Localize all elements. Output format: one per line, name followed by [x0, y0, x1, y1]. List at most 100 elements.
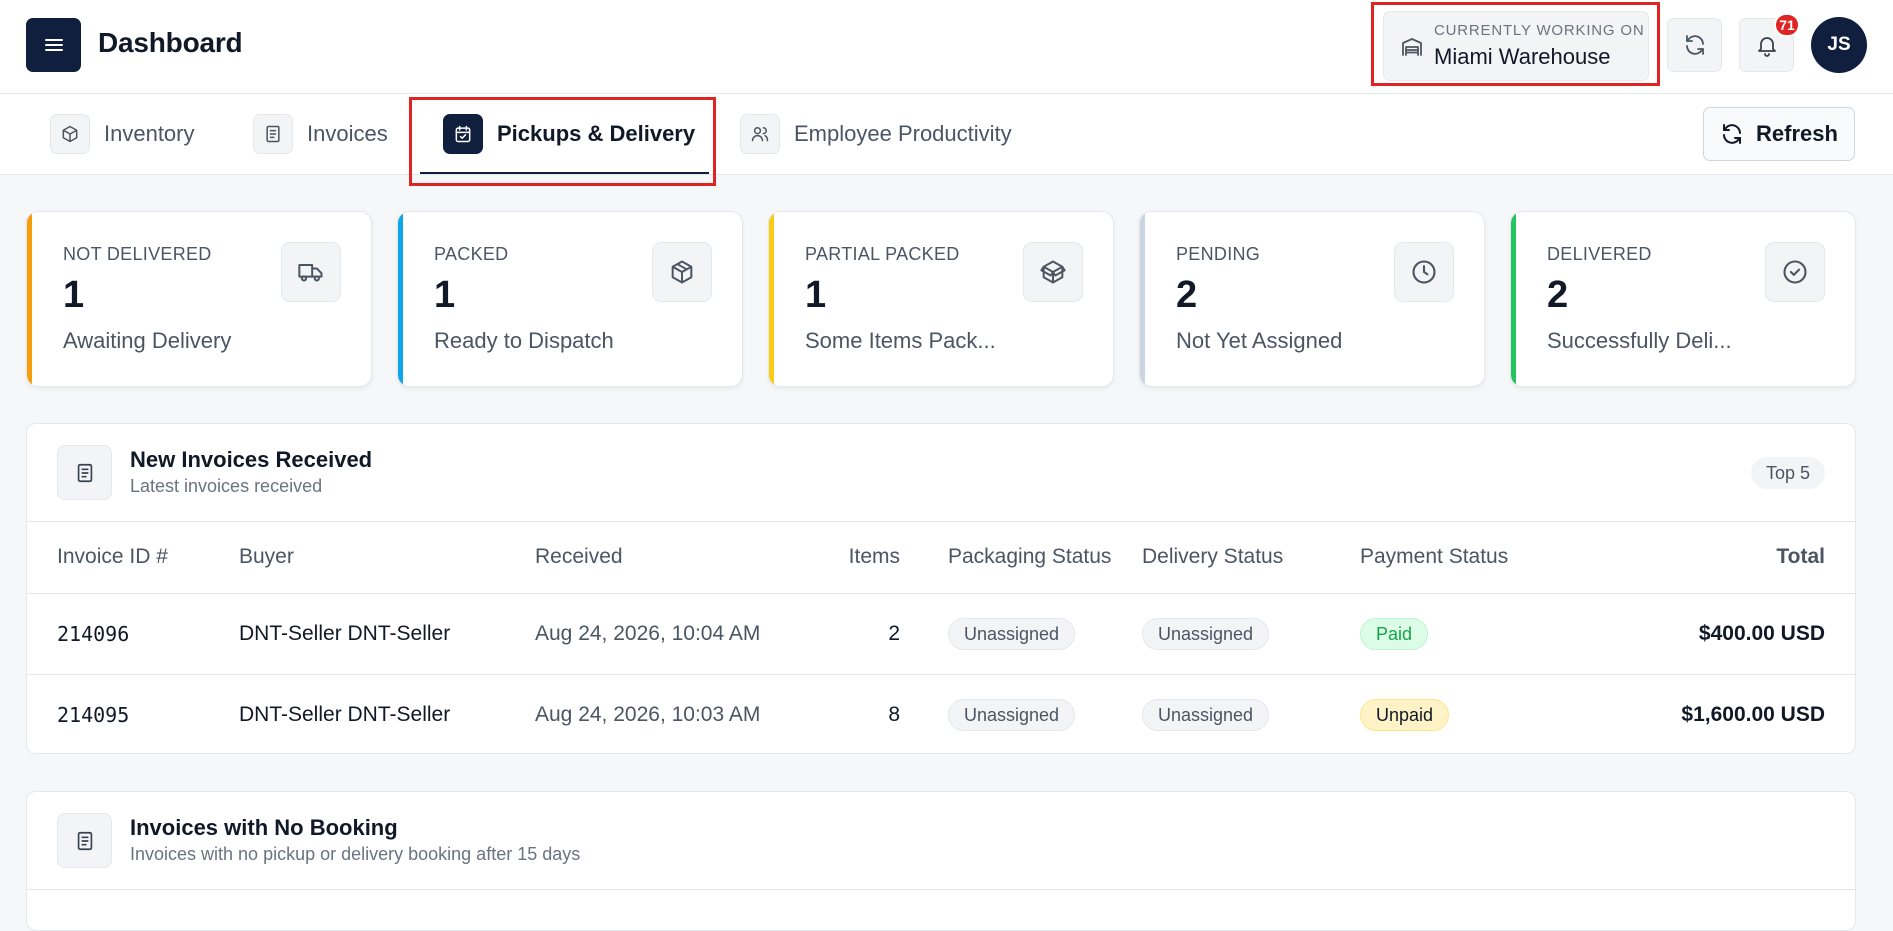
stat-value: 1 — [63, 274, 85, 316]
stat-value: 1 — [805, 274, 827, 316]
received-date: Aug 24, 2026, 10:03 AM — [535, 702, 761, 726]
warehouse-icon — [1402, 38, 1422, 56]
section-subtitle: Latest invoices received — [130, 476, 323, 496]
buyer-name: DNT-Seller DNT-Seller — [239, 593, 535, 675]
user-avatar[interactable]: JS — [1811, 17, 1867, 73]
stat-accent-bar — [1140, 212, 1145, 386]
new-invoices-section: New Invoices Received Latest invoices re… — [26, 423, 1856, 754]
section-header: Invoices with No Booking Invoices with n… — [27, 792, 1855, 890]
top-header: Dashboard CURRENTLY WORKING ON Miami War… — [0, 0, 1893, 94]
tab-label: Inventory — [104, 121, 195, 146]
box-icon — [50, 114, 90, 154]
stat-value: 1 — [434, 274, 456, 316]
stat-label: PENDING — [1176, 244, 1261, 264]
page-title: Dashboard — [98, 27, 243, 58]
stat-subtitle: Successfully Deli... — [1547, 328, 1732, 353]
payment-status-badge: Paid — [1360, 617, 1429, 650]
calendar-check-icon — [443, 114, 483, 154]
section-header: New Invoices Received Latest invoices re… — [27, 424, 1855, 522]
section-title: New Invoices Received — [130, 447, 373, 472]
stat-label: DELIVERED — [1547, 244, 1652, 264]
stat-value: 2 — [1547, 274, 1569, 316]
sync-button[interactable] — [1667, 18, 1722, 72]
bell-icon — [1757, 37, 1776, 57]
stat-card-pending: PENDING 2 Not Yet Assigned — [1139, 211, 1485, 387]
delivery-status-cell: Unassigned — [1142, 674, 1360, 753]
buyer-name: DNT-Seller DNT-Seller — [239, 702, 451, 726]
check-circle-icon — [1765, 242, 1825, 302]
column-header-packaging-status[interactable]: Packaging Status — [900, 522, 1142, 594]
stat-subtitle: Awaiting Delivery — [63, 328, 232, 353]
packaging-status-cell: Unassigned — [900, 674, 1142, 753]
active-tab-underline — [420, 172, 709, 174]
packaging-status-cell: Unassigned — [900, 593, 1142, 675]
users-icon — [740, 114, 780, 154]
stat-subtitle: Not Yet Assigned — [1176, 328, 1343, 353]
delivery-status-badge: Unassigned — [1142, 698, 1270, 731]
column-header-delivery-status[interactable]: Delivery Status — [1142, 522, 1360, 594]
delivery-status-cell: Unassigned — [1142, 593, 1360, 675]
tabs-bar: Inventory Invoices Pickups & Delivery Em… — [0, 94, 1893, 175]
stat-subtitle: Ready to Dispatch — [434, 328, 614, 353]
location-name: Miami Warehouse — [1434, 44, 1611, 69]
stat-card-not-delivered: NOT DELIVERED 1 Awaiting Delivery — [26, 211, 372, 387]
column-header-received[interactable]: Received — [535, 522, 805, 594]
payment-status-cell: Paid — [1360, 593, 1535, 675]
stat-label: NOT DELIVERED — [63, 244, 212, 264]
packaging-status-badge: Unassigned — [948, 617, 1076, 650]
invoice-id[interactable]: 214096 — [27, 593, 239, 675]
section-subtitle: Invoices with no pickup or delivery book… — [130, 844, 581, 864]
refresh-button[interactable]: Refresh — [1703, 107, 1855, 161]
stat-accent-bar — [1511, 212, 1516, 386]
stat-label: PARTIAL PACKED — [805, 244, 960, 264]
tab-label: Invoices — [307, 121, 388, 146]
package-icon — [652, 242, 712, 302]
column-header-items[interactable]: Items — [805, 522, 900, 594]
item-count: 8 — [888, 702, 900, 726]
clock-icon — [1394, 242, 1454, 302]
new-invoices-table: Invoice ID # Buyer Received Items Packag… — [27, 522, 1855, 753]
section-title: Invoices with No Booking — [130, 815, 398, 840]
notification-count-badge: 71 — [1774, 13, 1800, 37]
top-count-badge: Top 5 — [1750, 457, 1825, 489]
table-row[interactable]: 214096 DNT-Seller DNT-Seller Aug 24, 202… — [27, 593, 1855, 675]
column-header-payment-status[interactable]: Payment Status — [1360, 522, 1535, 594]
document-icon — [57, 813, 112, 868]
refresh-icon — [1723, 124, 1742, 144]
stat-accent-bar — [27, 212, 32, 386]
received-date: Aug 24, 2026, 10:04 AM — [535, 593, 805, 675]
tab-invoices[interactable]: Invoices — [253, 112, 388, 156]
tab-pickups-delivery[interactable]: Pickups & Delivery — [443, 112, 695, 156]
location-caption: CURRENTLY WORKING ON — [1434, 22, 1645, 39]
tab-inventory[interactable]: Inventory — [50, 112, 195, 156]
tab-employee-productivity[interactable]: Employee Productivity — [740, 112, 1012, 156]
no-booking-section: Invoices with No Booking Invoices with n… — [26, 791, 1856, 931]
table-header-row: Invoice ID # Buyer Received Items Packag… — [27, 522, 1855, 594]
document-icon — [253, 114, 293, 154]
column-header-buyer[interactable]: Buyer — [239, 522, 535, 594]
column-header-invoice-id[interactable]: Invoice ID # — [27, 522, 239, 594]
invoice-total: $1,600.00 USD — [1681, 702, 1825, 726]
refresh-label: Refresh — [1756, 121, 1838, 146]
hamburger-icon — [44, 39, 63, 51]
stat-card-delivered: DELIVERED 2 Successfully Deli... — [1510, 211, 1856, 387]
location-selector[interactable]: CURRENTLY WORKING ON Miami Warehouse — [1383, 11, 1649, 81]
invoice-total: $400.00 USD — [1535, 593, 1855, 675]
stat-card-partial-packed: PARTIAL PACKED 1 Some Items Pack... — [768, 211, 1114, 387]
stat-card-packed: PACKED 1 Ready to Dispatch — [397, 211, 743, 387]
invoice-id[interactable]: 214095 — [27, 674, 239, 753]
delivery-status-badge: Unassigned — [1142, 617, 1270, 650]
stat-accent-bar — [769, 212, 774, 386]
payment-status-badge: Unpaid — [1360, 698, 1450, 731]
packaging-status-badge: Unassigned — [948, 698, 1076, 731]
stat-label: PACKED — [434, 244, 509, 264]
column-header-total[interactable]: Total — [1535, 522, 1855, 594]
table-row[interactable]: 214095 DNT-Seller DNT-Seller Aug 24, 202… — [27, 674, 1855, 753]
menu-button[interactable] — [26, 18, 81, 72]
tab-label: Employee Productivity — [794, 121, 1012, 146]
package-open-icon — [1023, 242, 1083, 302]
sync-icon — [1685, 35, 1704, 55]
stat-subtitle: Some Items Pack... — [805, 328, 996, 353]
stat-accent-bar — [398, 212, 403, 386]
payment-status-cell: Unpaid — [1360, 674, 1535, 753]
